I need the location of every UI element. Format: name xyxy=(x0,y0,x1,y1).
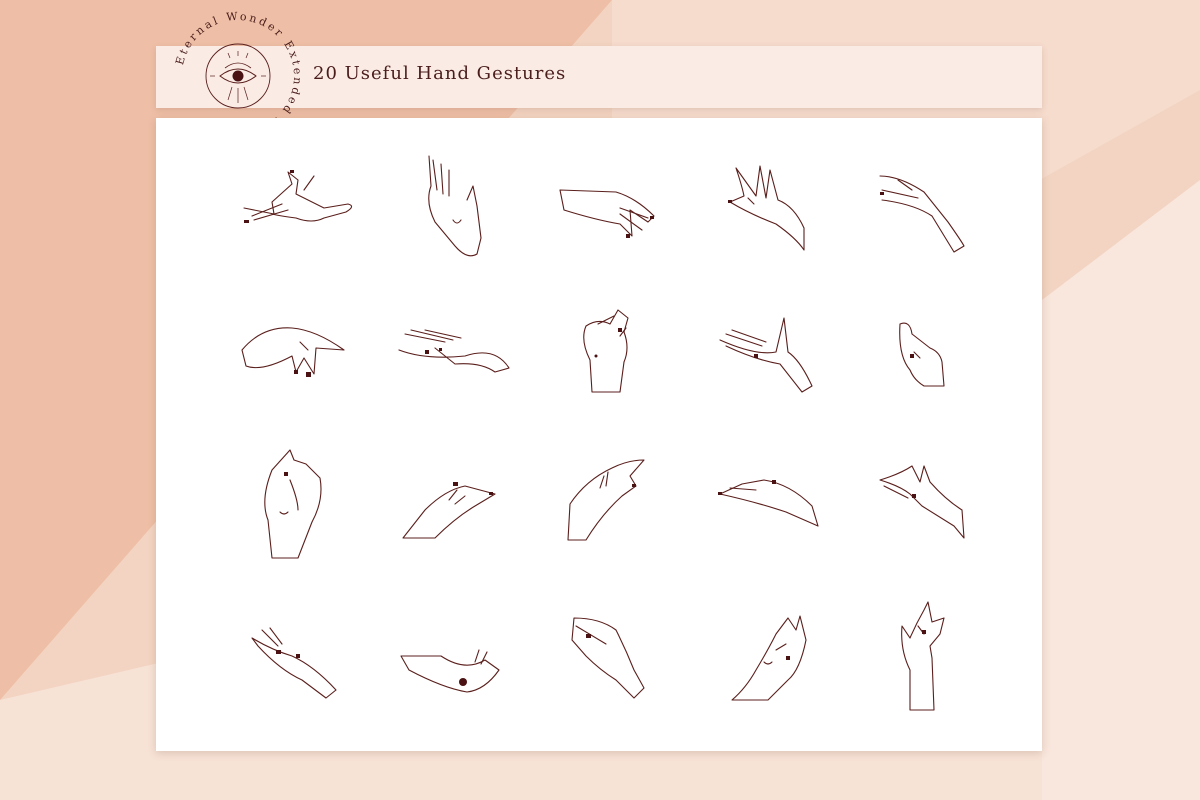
hand-gesture-14-icon xyxy=(716,446,846,576)
hand-gesture-19-icon xyxy=(716,600,846,730)
hand-gesture-13-icon xyxy=(556,440,686,570)
hand-gesture-8-icon xyxy=(556,288,686,418)
hand-gesture-5-icon xyxy=(870,146,1000,276)
hand-gesture-3-icon xyxy=(556,146,686,276)
hand-gesture-11-icon xyxy=(232,440,362,570)
hand-gesture-10-icon xyxy=(870,300,1000,430)
hand-gesture-9-icon xyxy=(716,300,846,430)
hand-gesture-2-icon xyxy=(395,146,525,276)
hand-gesture-17-icon xyxy=(395,600,525,730)
hand-gesture-20-icon xyxy=(870,594,1000,724)
hand-gesture-15-icon xyxy=(870,446,1000,576)
hand-gesture-1-icon xyxy=(232,146,362,276)
hand-gesture-7-icon xyxy=(395,300,525,430)
hand-gesture-16-icon xyxy=(232,600,362,730)
page-title: 20 Useful Hand Gestures xyxy=(313,63,567,84)
eye-icon xyxy=(205,43,271,109)
hand-gesture-18-icon xyxy=(556,600,686,730)
hand-gesture-6-icon xyxy=(232,300,362,430)
hand-gesture-4-icon xyxy=(716,146,846,276)
hand-gesture-12-icon xyxy=(395,446,525,576)
